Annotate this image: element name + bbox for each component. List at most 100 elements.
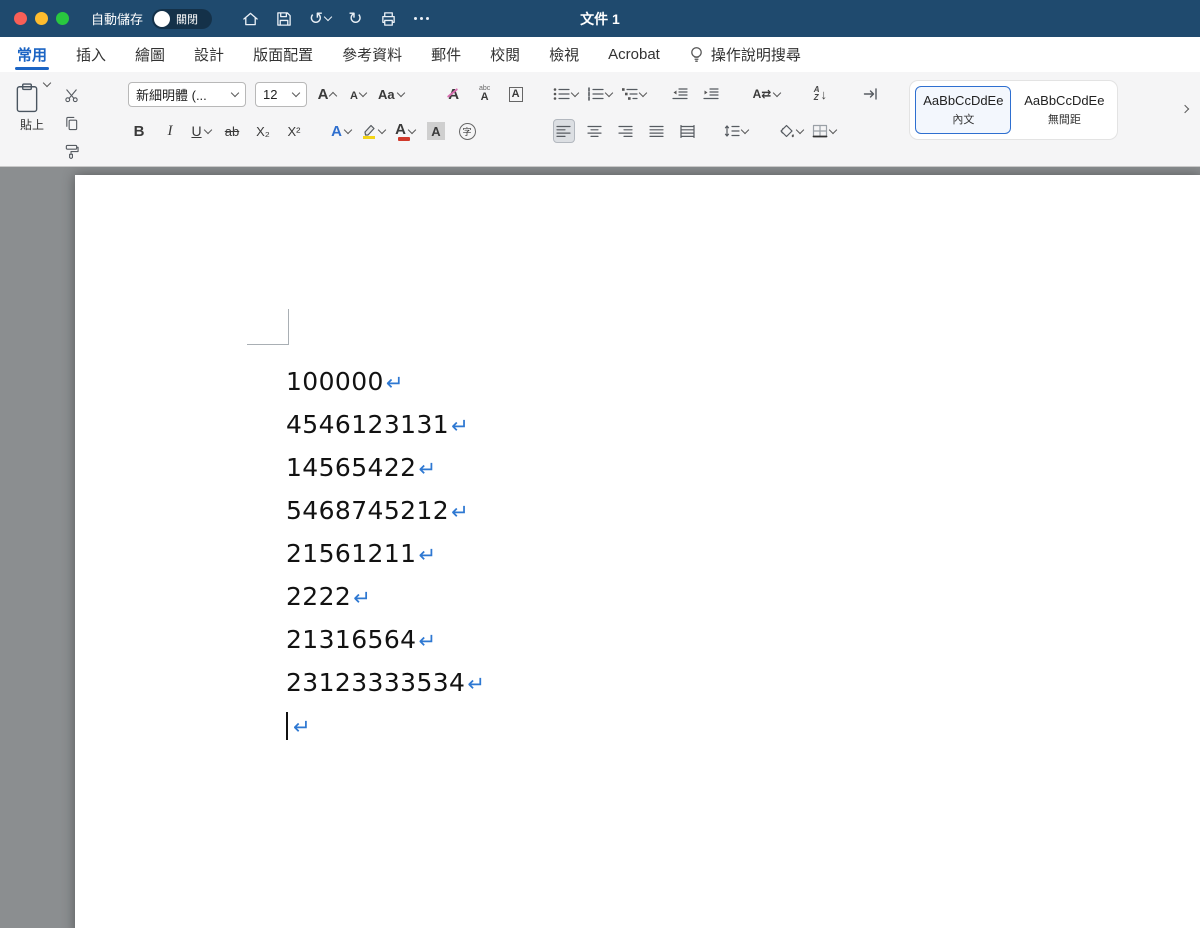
numbering-button[interactable] <box>587 82 612 106</box>
chevron-down-icon <box>359 88 367 96</box>
enclose-characters-button[interactable]: 字 <box>456 119 478 143</box>
decrease-indent-button[interactable] <box>669 82 691 106</box>
text-line[interactable]: 100000 ↵ <box>286 360 485 403</box>
text-effects-button[interactable]: A <box>330 119 352 143</box>
tab-layout[interactable]: 版面配置 <box>253 37 313 72</box>
tab-view[interactable]: 檢視 <box>549 37 579 72</box>
line-text: 4546123131 <box>286 410 449 439</box>
shrink-font-button[interactable]: A <box>347 82 369 106</box>
font-group: 新細明體 (... 12 A A Aa A <box>128 81 527 144</box>
tab-home[interactable]: 常用 <box>17 37 47 72</box>
strikethrough-button[interactable]: ab <box>221 119 243 143</box>
tab-references[interactable]: 參考資料 <box>342 37 402 72</box>
sort-button[interactable]: A Z ↓ <box>809 82 831 106</box>
grow-font-button[interactable]: A <box>316 82 338 106</box>
font-color-button[interactable]: A <box>394 119 416 143</box>
tab-mailings[interactable]: 郵件 <box>431 37 461 72</box>
tab-draw[interactable]: 繪圖 <box>135 37 165 72</box>
text-line[interactable]: 23123333534 ↵ <box>286 661 485 704</box>
subscript-button[interactable]: X₂ <box>252 119 274 143</box>
align-center-button[interactable] <box>584 119 606 143</box>
underline-button[interactable]: U <box>190 119 212 143</box>
font-name-combo[interactable]: 新細明體 (... <box>128 82 246 107</box>
chevron-down-icon <box>344 125 352 133</box>
justify-icon <box>649 125 664 138</box>
align-right-button[interactable] <box>615 119 637 143</box>
format-painter-button[interactable] <box>60 139 82 163</box>
distribute-text-button[interactable] <box>677 119 699 143</box>
style-body-text[interactable]: AaBbCcDdEe 內文 <box>915 86 1011 134</box>
borders-button[interactable] <box>812 119 836 143</box>
clear-formatting-button[interactable]: A <box>443 82 465 106</box>
print-button[interactable] <box>380 11 397 27</box>
document-text[interactable]: 100000 ↵ 4546123131 ↵ 14565422 ↵ 5468745… <box>286 360 485 747</box>
paragraph-return-mark: ↵ <box>418 629 436 653</box>
asian-layout-button[interactable]: A⇄ <box>753 82 781 106</box>
character-border-button[interactable]: A <box>505 82 527 106</box>
close-window-button[interactable] <box>14 12 27 25</box>
cut-button[interactable] <box>60 83 82 107</box>
paste-label: 貼上 <box>20 116 44 133</box>
show-formatting-marks-button[interactable] <box>860 82 882 106</box>
autosave-toggle[interactable]: 關閉 <box>152 9 212 29</box>
redo-button[interactable]: ↻ <box>348 10 362 27</box>
chevron-down-icon <box>773 88 781 96</box>
autosave-control[interactable]: 自動儲存 關閉 <box>91 9 212 29</box>
shading-button[interactable] <box>779 119 803 143</box>
zoom-window-button[interactable] <box>56 12 69 25</box>
undo-button[interactable]: ↺ <box>309 10 331 27</box>
paste-button[interactable]: 貼上 <box>14 81 50 163</box>
more-options-button[interactable] <box>414 17 429 20</box>
document-canvas: 100000 ↵ 4546123131 ↵ 14565422 ↵ 5468745… <box>0 167 1200 928</box>
text-line[interactable]: 14565422 ↵ <box>286 446 485 489</box>
justify-button[interactable] <box>646 119 668 143</box>
character-shading-button[interactable]: A <box>425 119 447 143</box>
home-button[interactable] <box>242 11 259 27</box>
text-line[interactable]: 2222 ↵ <box>286 575 485 618</box>
clipboard-icon <box>14 83 40 113</box>
tab-acrobat[interactable]: Acrobat <box>608 37 660 72</box>
multilevel-list-button[interactable] <box>621 82 646 106</box>
text-line[interactable]: 4546123131 ↵ <box>286 403 485 446</box>
text-line[interactable]: 21561211 ↵ <box>286 532 485 575</box>
font-size-combo[interactable]: 12 <box>255 82 307 107</box>
text-line[interactable]: 5468745212 ↵ <box>286 489 485 532</box>
save-icon <box>276 11 292 27</box>
increase-indent-button[interactable] <box>700 82 722 106</box>
bold-button[interactable]: B <box>128 119 150 143</box>
text-line[interactable]: 21316564 ↵ <box>286 618 485 661</box>
superscript-button[interactable]: X² <box>283 119 305 143</box>
align-left-button[interactable] <box>553 119 575 143</box>
phonetic-guide-button[interactable]: abc A <box>474 82 496 106</box>
chevron-down-icon <box>231 88 239 96</box>
tab-review[interactable]: 校閱 <box>490 37 520 72</box>
tab-insert[interactable]: 插入 <box>76 37 106 72</box>
highlight-button[interactable] <box>361 119 385 143</box>
tell-me-search[interactable]: 操作說明搜尋 <box>689 44 801 65</box>
styles-more-icon[interactable] <box>1181 104 1189 112</box>
paragraph-mark-icon <box>863 87 879 101</box>
asian-layout-icon: A⇄ <box>753 87 772 101</box>
change-case-button[interactable]: Aa <box>378 82 404 106</box>
font-name-value: 新細明體 (... <box>136 85 207 104</box>
line-text: 5468745212 <box>286 496 449 525</box>
style-no-spacing[interactable]: AaBbCcDdEe 無間距 <box>1016 86 1112 134</box>
lightbulb-icon <box>689 46 704 63</box>
styles-gallery: AaBbCcDdEe 內文 AaBbCcDdEe 無間距 <box>910 81 1117 139</box>
align-left-icon <box>556 125 571 138</box>
paragraph-group: A⇄ A Z ↓ <box>553 81 883 144</box>
tell-me-label: 操作說明搜尋 <box>711 44 801 65</box>
chevron-down-icon <box>396 88 404 96</box>
minimize-window-button[interactable] <box>35 12 48 25</box>
document-page[interactable]: 100000 ↵ 4546123131 ↵ 14565422 ↵ 5468745… <box>75 175 1200 928</box>
save-button[interactable] <box>276 11 292 27</box>
bullets-button[interactable] <box>553 82 578 106</box>
line-text: 21316564 <box>286 625 416 654</box>
line-spacing-button[interactable] <box>724 119 748 143</box>
copy-button[interactable] <box>60 111 82 135</box>
tab-design[interactable]: 設計 <box>194 37 224 72</box>
paragraph-return-mark: ↵ <box>467 672 485 696</box>
text-line-empty[interactable]: ↵ <box>286 704 485 747</box>
italic-button[interactable]: I <box>159 119 181 143</box>
chevron-down-icon <box>828 125 836 133</box>
